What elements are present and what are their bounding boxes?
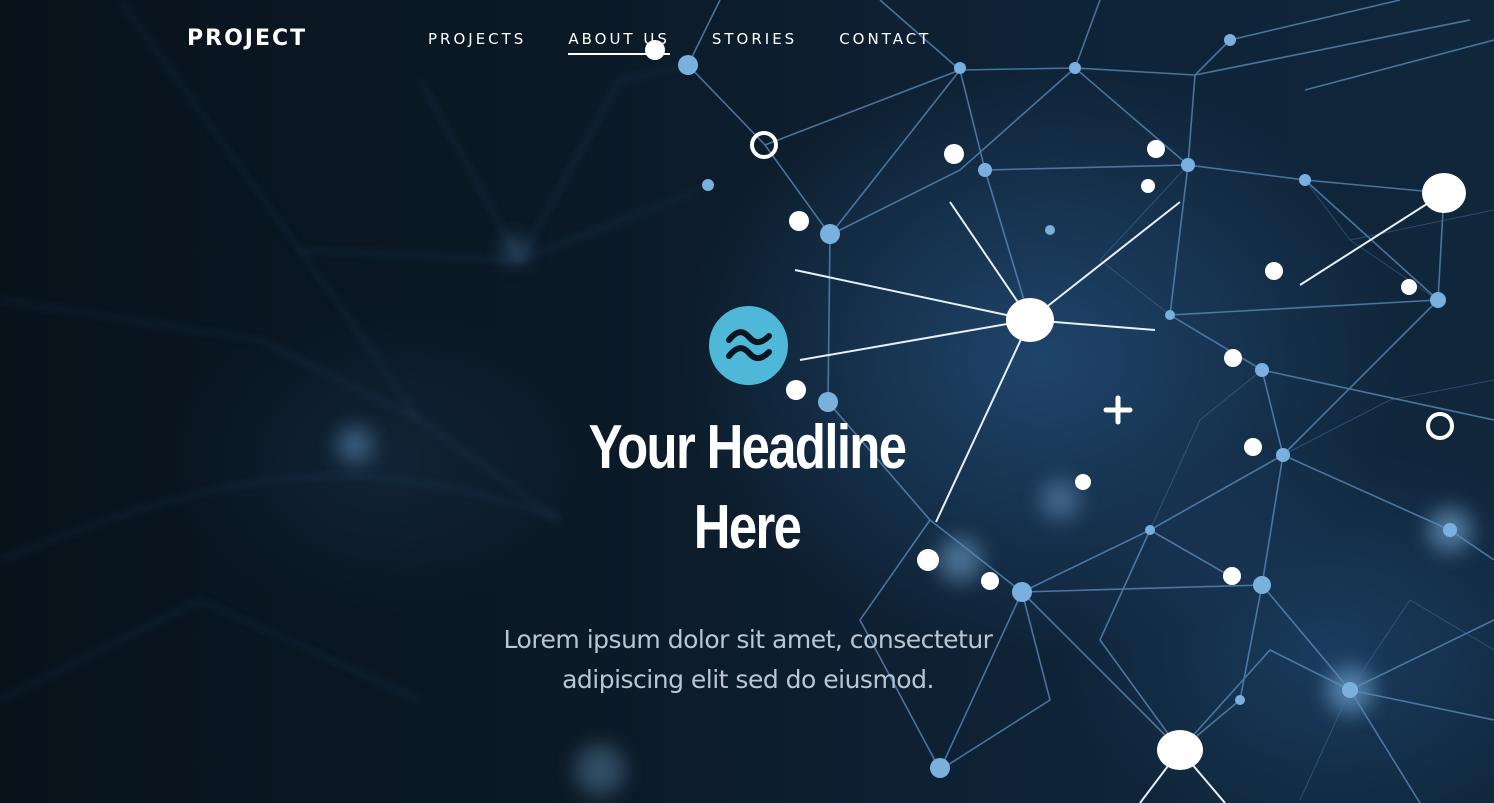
hero-subtext-line-1: Lorem ipsum dolor sit amet, consectetur — [503, 625, 993, 654]
nav-links: PROJECTS ABOUT US STORIES CONTACT — [428, 30, 973, 55]
nav-link-projects[interactable]: PROJECTS — [428, 30, 526, 55]
nav-link-stories[interactable]: STORIES — [712, 30, 797, 55]
hero-subtext-line-2: adipiscing elit sed do eiusmod. — [562, 665, 934, 694]
hero-headline: Your Headline Here — [501, 408, 993, 568]
brand-logo-text[interactable]: PROJECT — [187, 26, 307, 51]
hero-headline-line-2: Here — [693, 493, 802, 562]
hero-section: PROJECT PROJECTS ABOUT US STORIES CONTAC… — [0, 0, 1494, 803]
hero-subtext: Lorem ipsum dolor sit amet, consectetur … — [448, 620, 1048, 700]
nav-link-contact[interactable]: CONTACT — [839, 30, 931, 55]
nav-link-about-us[interactable]: ABOUT US — [568, 30, 670, 55]
wave-circle-icon — [709, 306, 788, 385]
hero-headline-line-1: Your Headline — [588, 413, 907, 482]
top-navigation: PROJECT PROJECTS ABOUT US STORIES CONTAC… — [0, 0, 1494, 80]
